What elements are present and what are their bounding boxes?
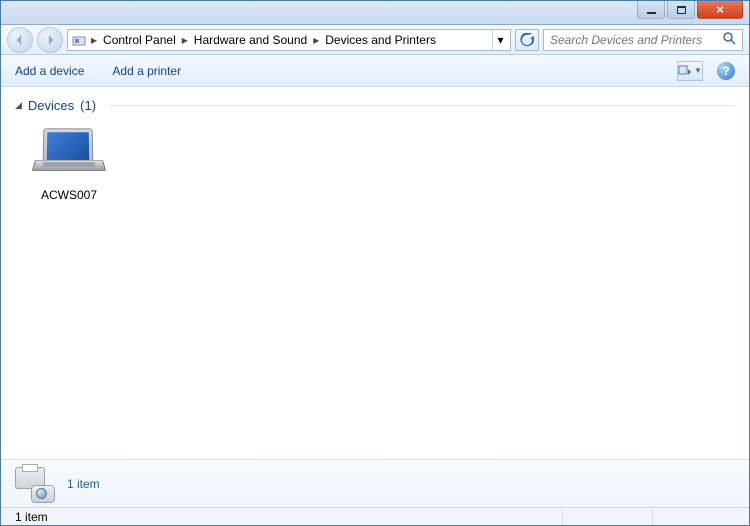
help-icon: ? xyxy=(722,64,729,78)
breadcrumb[interactable]: Control Panel xyxy=(100,30,179,50)
content-area: ◢ Devices (1) ACWS007 xyxy=(1,87,749,459)
address-bar[interactable]: ▸ Control Panel ▸ Hardware and Sound ▸ D… xyxy=(67,29,511,51)
window-maximize-button[interactable] xyxy=(667,1,695,19)
view-icon xyxy=(678,65,692,77)
section-header-devices[interactable]: ◢ Devices (1) xyxy=(15,95,735,116)
window-titlebar: × xyxy=(1,1,749,25)
status-cell xyxy=(653,508,743,525)
location-icon xyxy=(70,32,88,48)
device-item[interactable]: ACWS007 xyxy=(19,126,119,202)
chevron-right-icon[interactable]: ▸ xyxy=(179,33,191,47)
devices-printers-icon xyxy=(13,465,55,503)
address-dropdown-button[interactable]: ▾ xyxy=(492,30,508,50)
command-bar: Add a device Add a printer ▼ ? xyxy=(1,55,749,87)
collapse-icon: ◢ xyxy=(15,100,22,111)
search-box[interactable] xyxy=(543,29,743,51)
nav-forward-button[interactable] xyxy=(37,27,63,53)
help-button[interactable]: ? xyxy=(717,62,735,80)
breadcrumb[interactable]: Devices and Printers xyxy=(322,30,439,50)
section-count: (1) xyxy=(80,98,96,113)
window-minimize-button[interactable] xyxy=(637,1,665,19)
chevron-down-icon: ▼ xyxy=(694,66,702,75)
section-title: Devices xyxy=(28,98,74,113)
laptop-icon xyxy=(33,126,105,184)
add-printer-button[interactable]: Add a printer xyxy=(112,64,181,78)
details-summary: 1 item xyxy=(67,477,100,491)
add-device-button[interactable]: Add a device xyxy=(15,64,84,78)
search-input[interactable] xyxy=(550,33,723,47)
status-cell xyxy=(563,508,653,525)
nav-back-button[interactable] xyxy=(7,27,33,53)
chevron-right-icon[interactable]: ▸ xyxy=(310,33,322,47)
device-label: ACWS007 xyxy=(41,188,97,202)
view-options-button[interactable]: ▼ xyxy=(677,61,703,81)
close-icon: × xyxy=(716,3,724,16)
details-pane: 1 item xyxy=(1,459,749,507)
breadcrumb[interactable]: Hardware and Sound xyxy=(191,30,310,50)
device-list: ACWS007 xyxy=(15,116,735,212)
window-close-button[interactable]: × xyxy=(697,1,743,19)
navigation-bar: ▸ Control Panel ▸ Hardware and Sound ▸ D… xyxy=(1,25,749,55)
chevron-right-icon[interactable]: ▸ xyxy=(88,33,100,47)
section-divider xyxy=(110,105,735,106)
refresh-icon xyxy=(520,33,534,47)
status-text: 1 item xyxy=(7,508,563,525)
search-icon xyxy=(723,32,736,48)
refresh-button[interactable] xyxy=(515,29,539,51)
status-bar: 1 item xyxy=(1,507,749,525)
